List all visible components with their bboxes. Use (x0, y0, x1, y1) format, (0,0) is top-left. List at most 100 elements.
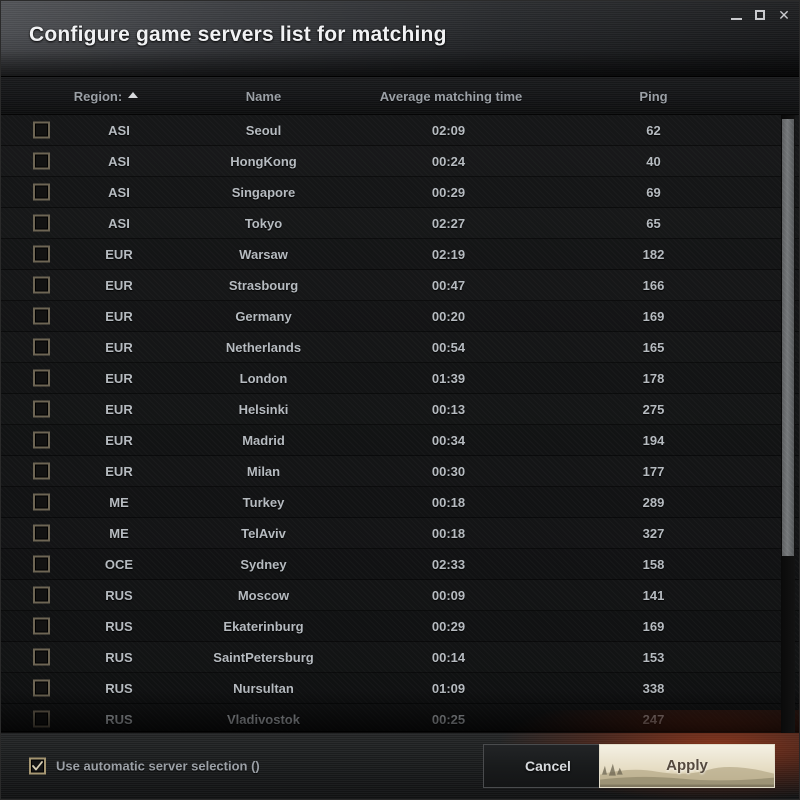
name-cell: London (239, 371, 288, 386)
ping-cell: 275 (642, 402, 665, 417)
maximize-button[interactable] (749, 5, 771, 25)
row-checkbox[interactable] (33, 555, 50, 573)
ping-cell: 141 (642, 588, 665, 603)
name-cell: Strasbourg (228, 278, 299, 293)
minimize-icon (730, 17, 742, 20)
table-row[interactable]: EUR Helsinki 00:13 275 (1, 394, 799, 425)
average-matching-time-cell: 00:30 (431, 464, 466, 479)
region-cell: ASI (108, 185, 130, 200)
row-checkbox[interactable] (33, 214, 50, 232)
ping-cell: 177 (642, 464, 665, 479)
region-cell: EUR (105, 247, 133, 262)
checkbox-unchecked-icon (33, 338, 50, 356)
row-checkbox[interactable] (33, 710, 50, 728)
auto-server-selection-label: Use automatic server selection () (56, 758, 260, 773)
table-row[interactable]: EUR Netherlands 00:54 165 (1, 332, 799, 363)
close-button[interactable]: ✕ (773, 5, 795, 25)
row-checkbox[interactable] (33, 524, 50, 542)
ping-cell: 194 (642, 433, 665, 448)
name-cell: SaintPetersburg (213, 650, 314, 665)
average-matching-time-cell: 02:27 (431, 216, 466, 231)
server-list[interactable]: ASI Seoul 02:09 62 ASI HongKong 00:24 40 ASI Sing… (1, 115, 799, 733)
region-cell: EUR (105, 340, 133, 355)
region-cell: ASI (108, 154, 130, 169)
table-row[interactable]: ME Turkey 00:18 289 (1, 487, 799, 518)
table-row[interactable]: RUS Vladivostok 00:25 247 (1, 704, 799, 733)
configure-servers-dialog: ✕ Configure game servers list for matchi… (0, 0, 800, 800)
row-checkbox[interactable] (33, 648, 50, 666)
ping-cell: 289 (642, 495, 665, 510)
checkbox-unchecked-icon (33, 152, 50, 170)
table-row[interactable]: RUS SaintPetersburg 00:14 153 (1, 642, 799, 673)
row-checkbox[interactable] (33, 245, 50, 263)
row-checkbox[interactable] (33, 276, 50, 294)
table-row[interactable]: EUR Milan 00:30 177 (1, 456, 799, 487)
row-checkbox[interactable] (33, 369, 50, 387)
name-cell: Germany (235, 309, 292, 324)
average-matching-time-cell: 00:54 (431, 340, 466, 355)
name-cell: Madrid (242, 433, 285, 448)
ping-cell: 166 (642, 278, 665, 293)
row-checkbox[interactable] (33, 307, 50, 325)
row-checkbox[interactable] (33, 338, 50, 356)
row-checkbox[interactable] (33, 121, 50, 139)
auto-server-selection-checkbox[interactable]: Use automatic server selection () (29, 757, 260, 774)
average-matching-time-cell: 00:18 (431, 526, 466, 541)
ping-cell: 153 (642, 650, 665, 665)
checkbox-unchecked-icon (33, 524, 50, 542)
region-cell: EUR (105, 309, 133, 324)
table-row[interactable]: OCE Sydney 02:33 158 (1, 549, 799, 580)
table-row[interactable]: ASI Seoul 02:09 62 (1, 115, 799, 146)
column-header-region[interactable]: Region: (1, 77, 211, 115)
table-row[interactable]: RUS Ekaterinburg 00:29 169 (1, 611, 799, 642)
table-row[interactable]: RUS Moscow 00:09 141 (1, 580, 799, 611)
row-checkbox[interactable] (33, 152, 50, 170)
list-scrollbar[interactable] (781, 115, 795, 733)
table-row[interactable]: RUS Nursultan 01:09 338 (1, 673, 799, 704)
name-cell: Moscow (237, 588, 290, 603)
table-row[interactable]: EUR Madrid 00:34 194 (1, 425, 799, 456)
table-row[interactable]: EUR Strasbourg 00:47 166 (1, 270, 799, 301)
cancel-button[interactable]: Cancel (483, 743, 613, 788)
region-cell: RUS (105, 712, 133, 727)
table-row[interactable]: EUR London 01:39 178 (1, 363, 799, 394)
name-cell: Ekaterinburg (223, 619, 304, 634)
region-cell: RUS (105, 650, 133, 665)
name-cell: Tokyo (244, 216, 283, 231)
row-checkbox[interactable] (33, 431, 50, 449)
table-row[interactable]: EUR Germany 00:20 169 (1, 301, 799, 332)
row-checkbox[interactable] (33, 586, 50, 604)
row-checkbox[interactable] (33, 400, 50, 418)
checkbox-unchecked-icon (33, 648, 50, 666)
row-checkbox[interactable] (33, 462, 50, 480)
checkbox-unchecked-icon (33, 586, 50, 604)
scrollbar-thumb[interactable] (782, 118, 794, 556)
minimize-button[interactable] (725, 5, 747, 25)
table-row[interactable]: ASI Singapore 00:29 69 (1, 177, 799, 208)
name-cell: Singapore (231, 185, 296, 200)
average-matching-time-cell: 00:24 (431, 154, 466, 169)
table-row[interactable]: ME TelAviv 00:18 327 (1, 518, 799, 549)
column-header-name[interactable]: Name (211, 77, 316, 115)
row-checkbox[interactable] (33, 183, 50, 201)
row-checkbox[interactable] (33, 493, 50, 511)
column-header-ping[interactable]: Ping (586, 77, 721, 115)
row-checkbox[interactable] (33, 679, 50, 697)
column-header-average-matching-time[interactable]: Average matching time (316, 77, 586, 115)
name-cell: Turkey (242, 495, 285, 510)
table-header: Region: Name Average matching time Ping (1, 77, 799, 115)
checkbox-unchecked-icon (33, 710, 50, 728)
table-row[interactable]: EUR Warsaw 02:19 182 (1, 239, 799, 270)
table-row[interactable]: ASI Tokyo 02:27 65 (1, 208, 799, 239)
average-matching-time-cell: 01:09 (431, 681, 466, 696)
apply-button[interactable]: Apply (599, 743, 775, 788)
table-row[interactable]: ASI HongKong 00:24 40 (1, 146, 799, 177)
region-cell: RUS (105, 588, 133, 603)
close-icon: ✕ (778, 7, 790, 23)
row-checkbox[interactable] (33, 617, 50, 635)
region-cell: ASI (108, 123, 130, 138)
name-cell: HongKong (230, 154, 297, 169)
checkbox-unchecked-icon (33, 214, 50, 232)
checkbox-unchecked-icon (33, 245, 50, 263)
region-cell: EUR (105, 371, 133, 386)
